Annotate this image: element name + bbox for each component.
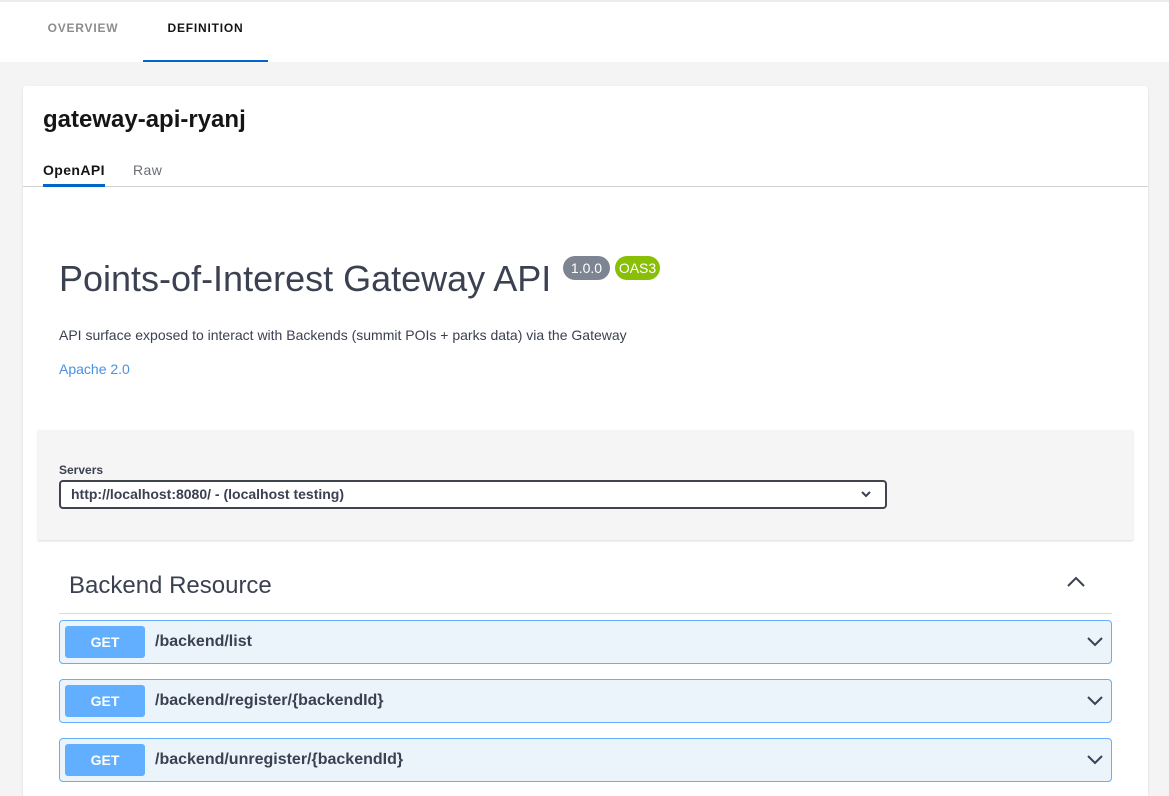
method-badge: GET [65, 626, 145, 658]
api-description: API surface exposed to interact with Bac… [59, 327, 627, 343]
servers-selected-value: http://localhost:8080/ - (localhost test… [71, 486, 345, 502]
license-link[interactable]: Apache 2.0 [59, 361, 130, 377]
tab-overview[interactable]: OVERVIEW [24, 2, 142, 62]
oas-badge: OAS3 [615, 256, 660, 280]
version-badge: 1.0.0 [563, 256, 610, 280]
chevron-down-icon [1087, 637, 1103, 647]
operation-row[interactable]: GET /backend/register/{backendId} [59, 679, 1112, 723]
operation-path: /backend/list [155, 633, 252, 650]
section-title: Backend Resource [69, 572, 272, 599]
page-title: gateway-api-ryanj [43, 106, 246, 133]
chevron-down-icon [1087, 696, 1103, 706]
servers-panel: Servers http://localhost:8080/ - (localh… [38, 430, 1133, 540]
method-badge: GET [65, 685, 145, 717]
top-nav: OVERVIEW DEFINITION [0, 0, 1169, 62]
chevron-down-icon [1087, 755, 1103, 765]
tab-definition[interactable]: DEFINITION [143, 2, 268, 62]
operation-path: /backend/register/{backendId} [155, 692, 384, 709]
definition-card: gateway-api-ryanj OpenAPI Raw Points-of-… [23, 86, 1148, 796]
operation-path: /backend/unregister/{backendId} [155, 751, 404, 768]
operation-row[interactable]: GET /backend/list [59, 620, 1112, 664]
subtab-raw[interactable]: Raw [133, 162, 162, 187]
operation-row[interactable]: GET /backend/unregister/{backendId} [59, 738, 1112, 782]
chevron-up-icon[interactable] [1065, 574, 1087, 590]
servers-select[interactable]: http://localhost:8080/ - (localhost test… [59, 480, 887, 509]
subtab-openapi[interactable]: OpenAPI [43, 162, 105, 187]
section-divider [59, 613, 1112, 614]
definition-subtabs: OpenAPI Raw [23, 156, 1148, 187]
method-badge: GET [65, 744, 145, 776]
api-title: Points-of-Interest Gateway API [59, 258, 552, 299]
chevron-down-icon [861, 491, 871, 498]
servers-label: Servers [59, 463, 104, 477]
